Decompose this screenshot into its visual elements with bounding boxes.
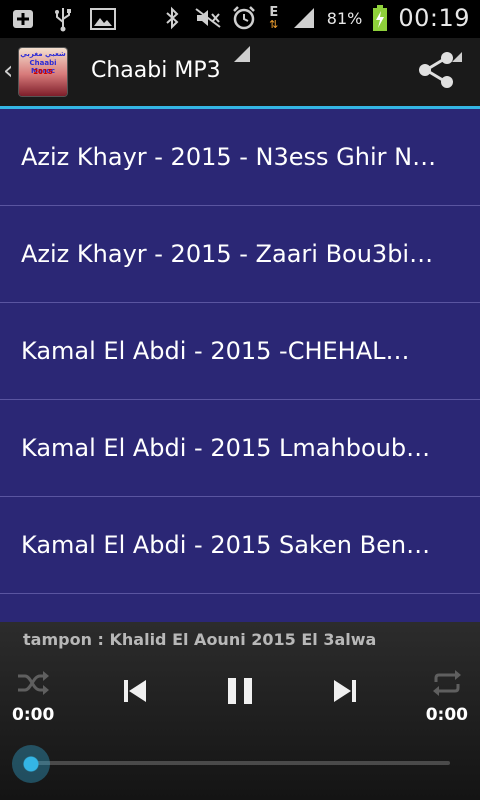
song-title: Kamal El Abdi - 2015 Saken Ben…	[21, 531, 431, 559]
song-title: Aziz Khayr - 2015 - Zaari Bou3bi…	[21, 240, 434, 268]
song-title: Kamal El Abdi - 2015 -CHEHAL…	[21, 337, 410, 365]
notification-icons	[10, 6, 116, 32]
repeat-icon	[433, 670, 461, 696]
add-box-icon	[10, 6, 36, 32]
signal-icon	[291, 5, 317, 31]
pause-icon	[228, 678, 252, 704]
list-item[interactable]: Aziz Khayr - 2015 - Zaari Bou3bi…	[0, 206, 480, 303]
status-bar: E ⇅ 81% 00:19	[0, 0, 480, 38]
overflow-indicator	[452, 52, 462, 62]
repeat-button[interactable]	[430, 668, 464, 702]
next-icon	[334, 680, 356, 702]
alarm-icon	[231, 5, 257, 31]
usb-icon	[50, 6, 76, 32]
previous-icon	[124, 680, 146, 702]
list-item[interactable]: Kamal El Abdi - 2015 -CHEHAL…	[0, 303, 480, 400]
list-item[interactable]: Kamal El Abdi - 2015 Lmahboub…	[0, 400, 480, 497]
now-playing-title: tampon : Khalid El Aouni 2015 El 3alwa	[23, 630, 377, 649]
app-icon-arabic-text: شعبي مغربي	[20, 50, 66, 58]
elapsed-time: 0:00	[12, 705, 55, 725]
mute-icon	[195, 5, 221, 31]
share-button[interactable]	[416, 50, 456, 90]
bluetooth-icon	[159, 5, 185, 31]
image-icon	[90, 6, 116, 32]
list-item[interactable]: Kamal El Abdi - 2015 Saken Ben…	[0, 497, 480, 594]
pause-button[interactable]	[225, 675, 255, 711]
up-chevron-icon[interactable]: ‹	[3, 56, 13, 86]
seek-thumb[interactable]	[12, 745, 50, 783]
app-title: Chaabi MP3	[91, 58, 221, 83]
song-list[interactable]: Aziz Khayr - 2015 - N3ess Ghir N… Aziz K…	[0, 109, 480, 622]
next-button[interactable]	[331, 677, 359, 709]
previous-button[interactable]	[121, 677, 149, 709]
clock: 00:19	[398, 4, 470, 32]
player-panel: tampon : Khalid El Aouni 2015 El 3alwa 0…	[0, 622, 480, 800]
system-icons: E ⇅ 81% 00:19	[159, 4, 470, 32]
list-item[interactable]: Aziz Khayr - 2015 - N3ess Ghir N…	[0, 109, 480, 206]
shuffle-icon	[18, 671, 49, 695]
app-icon[interactable]: شعبي مغربي Chaabi Maroc 2015	[19, 48, 67, 96]
share-icon	[419, 52, 453, 88]
battery-percent: 81%	[326, 8, 363, 28]
app-icon-year-text: 2015	[33, 68, 53, 76]
total-time: 0:00	[425, 705, 468, 725]
seek-bar[interactable]	[30, 761, 450, 765]
battery-charging-icon	[372, 5, 388, 31]
title-spinner-indicator[interactable]	[234, 46, 250, 62]
song-title: Kamal El Abdi - 2015 Lmahboub…	[21, 434, 431, 462]
shuffle-button[interactable]	[16, 668, 50, 702]
song-title: Aziz Khayr - 2015 - N3ess Ghir N…	[21, 143, 437, 171]
data-e-icon: E ⇅	[269, 4, 279, 31]
